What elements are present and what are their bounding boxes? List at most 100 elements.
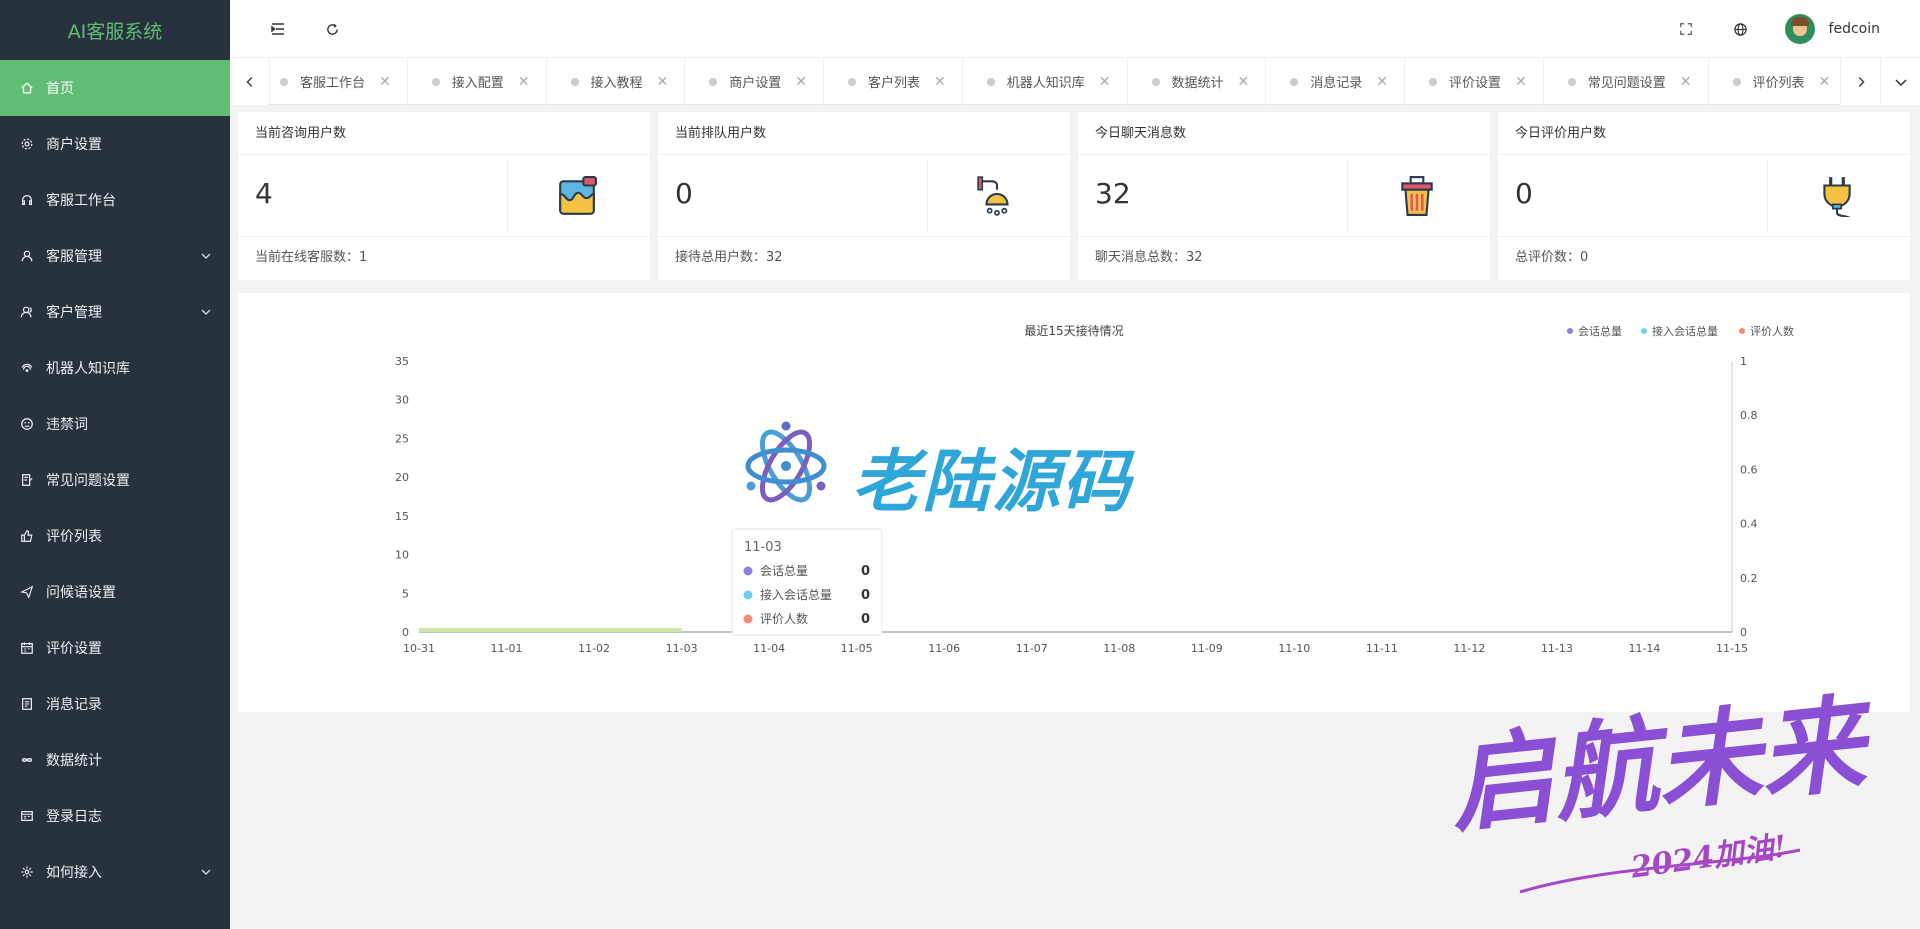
- tab-3[interactable]: 商户设置 ✕: [685, 58, 824, 105]
- tooltip-series-value: 0: [861, 612, 870, 627]
- log-icon: [20, 809, 34, 823]
- x-tick-label: 11-12: [1453, 642, 1485, 655]
- legend-item[interactable]: 会话总量: [1578, 324, 1622, 338]
- sidebar-item-2[interactable]: 客服工作台: [0, 172, 230, 228]
- stat-card: 今日评价用户数 0 总评价数：0: [1498, 112, 1910, 280]
- tab-7[interactable]: 消息记录 ✕: [1266, 58, 1405, 105]
- stat-card-body: 0: [658, 155, 1070, 237]
- tab-4[interactable]: 客户列表 ✕: [824, 58, 963, 105]
- sidebar-item-3[interactable]: 客服管理: [0, 228, 230, 284]
- sidebar-item-label: 客户管理: [46, 305, 102, 321]
- infinity-icon: [20, 753, 34, 767]
- sidebar-item-9[interactable]: 问候语设置: [0, 564, 230, 620]
- sidebar-item-11[interactable]: 消息记录: [0, 676, 230, 732]
- sidebar-item-label: 问候语设置: [46, 585, 116, 601]
- tab-label: 接入配置: [451, 76, 504, 91]
- y-left-tick-label: 15: [395, 510, 409, 523]
- stat-card-divider: [1347, 160, 1348, 232]
- chart-tooltip: 11-03 会话总量 0 接入会话总量 0 评价人数 0: [731, 528, 883, 636]
- tab-10[interactable]: 评价列表 ✕: [1709, 58, 1841, 105]
- globe-icon[interactable]: [1730, 19, 1750, 39]
- tab-scroll-left-button[interactable]: [230, 58, 270, 105]
- power-plug-icon: [1816, 175, 1858, 220]
- document-icon: [20, 697, 34, 711]
- legend-item[interactable]: 接入会话总量: [1652, 324, 1718, 338]
- sidebar-item-8[interactable]: 评价列表: [0, 508, 230, 564]
- home-icon: [20, 81, 34, 95]
- close-icon[interactable]: ✕: [518, 74, 530, 90]
- close-icon[interactable]: ✕: [1099, 74, 1111, 90]
- menu-fold-icon[interactable]: [268, 19, 288, 39]
- sidebar-item-label: 违禁词: [46, 417, 88, 433]
- close-icon[interactable]: ✕: [1238, 74, 1250, 90]
- close-icon[interactable]: ✕: [1376, 74, 1388, 90]
- close-icon[interactable]: ✕: [1515, 74, 1527, 90]
- sidebar-item-10[interactable]: 评价设置: [0, 620, 230, 676]
- tab-8[interactable]: 评价设置 ✕: [1405, 58, 1544, 105]
- y-left-tick-label: 30: [395, 394, 409, 407]
- tab-2[interactable]: 接入教程 ✕: [547, 58, 686, 105]
- x-tick-label: 11-01: [491, 642, 523, 655]
- sidebar-item-5[interactable]: 机器人知识库: [0, 340, 230, 396]
- sidebar-item-label: 评价设置: [46, 641, 102, 657]
- sidebar-item-1[interactable]: 商户设置: [0, 116, 230, 172]
- tab-label: 机器人知识库: [1006, 76, 1085, 91]
- watermark-corner: 启航未来 2024加油!: [1430, 660, 1900, 920]
- stat-card-divider: [507, 160, 508, 232]
- fullscreen-icon[interactable]: [1676, 19, 1696, 39]
- user-menu[interactable]: fedcoin: [1784, 14, 1880, 44]
- sidebar-item-label: 消息记录: [46, 697, 102, 713]
- sidebar-item-7[interactable]: 常见问题设置: [0, 452, 230, 508]
- sidebar-item-12[interactable]: 数据统计: [0, 732, 230, 788]
- sidebar-item-label: 常见问题设置: [46, 473, 130, 489]
- x-tick-label: 11-14: [1628, 642, 1660, 655]
- tab-5[interactable]: 机器人知识库 ✕: [963, 58, 1128, 105]
- x-tick-label: 11-02: [578, 642, 610, 655]
- gear-icon: [20, 137, 34, 151]
- sidebar-item-6[interactable]: 违禁词: [0, 396, 230, 452]
- tab-menu-button[interactable]: [1880, 58, 1920, 105]
- sidebar-item-label: 如何接入: [46, 865, 102, 881]
- sidebar-item-label: 客服管理: [46, 249, 102, 265]
- tab-9[interactable]: 常见问题设置 ✕: [1544, 58, 1709, 105]
- plug-gear-icon: [20, 865, 34, 879]
- stat-card-title: 今日评价用户数: [1498, 112, 1910, 155]
- x-tick-label: 11-04: [753, 642, 785, 655]
- tooltip-series-name: 评价人数: [760, 611, 808, 626]
- close-icon[interactable]: ✕: [795, 74, 807, 90]
- tab-label: 评价设置: [1449, 76, 1502, 91]
- close-icon[interactable]: ✕: [1680, 74, 1692, 90]
- tab-status-dot: [280, 77, 288, 86]
- close-icon[interactable]: ✕: [934, 74, 946, 90]
- chevron-down-icon: [200, 306, 212, 318]
- refresh-icon[interactable]: [322, 19, 342, 39]
- tooltip-series-value: 0: [861, 564, 870, 579]
- close-icon[interactable]: ✕: [1819, 74, 1831, 90]
- sidebar-item-4[interactable]: 客户管理: [0, 284, 230, 340]
- username[interactable]: fedcoin: [1829, 21, 1880, 37]
- tooltip-marker: [743, 590, 753, 600]
- tab-6[interactable]: 数据统计 ✕: [1128, 58, 1267, 105]
- tab-status-dot: [1151, 77, 1160, 86]
- close-icon[interactable]: ✕: [379, 74, 391, 90]
- stat-card-footer: 总评价数：0: [1515, 250, 1589, 265]
- y-left-tick-label: 10: [395, 549, 409, 562]
- thumbs-up-icon: [20, 529, 34, 543]
- tooltip-marker: [743, 566, 753, 576]
- y-right-tick-label: 1: [1740, 355, 1747, 368]
- tab-1[interactable]: 接入配置 ✕: [408, 58, 547, 105]
- x-tick-label: 10-31: [403, 642, 435, 655]
- legend-item[interactable]: 评价人数: [1750, 325, 1794, 338]
- y-right-tick-label: 0.4: [1740, 518, 1758, 531]
- tab-0[interactable]: 客服工作台 ✕: [270, 58, 408, 105]
- stat-card-title: 当前咨询用户数: [238, 112, 650, 155]
- stat-card: 当前排队用户数 0 接待总用户数：32: [658, 112, 1070, 280]
- sidebar-item-0[interactable]: 首页: [0, 60, 230, 116]
- y-left-tick-label: 25: [395, 432, 409, 445]
- avatar[interactable]: [1784, 14, 1815, 44]
- robot-icon: [20, 361, 34, 375]
- sidebar-item-13[interactable]: 登录日志: [0, 788, 230, 844]
- close-icon[interactable]: ✕: [657, 74, 669, 90]
- tab-scroll-right-button[interactable]: [1840, 58, 1880, 105]
- sidebar-item-14[interactable]: 如何接入: [0, 844, 230, 900]
